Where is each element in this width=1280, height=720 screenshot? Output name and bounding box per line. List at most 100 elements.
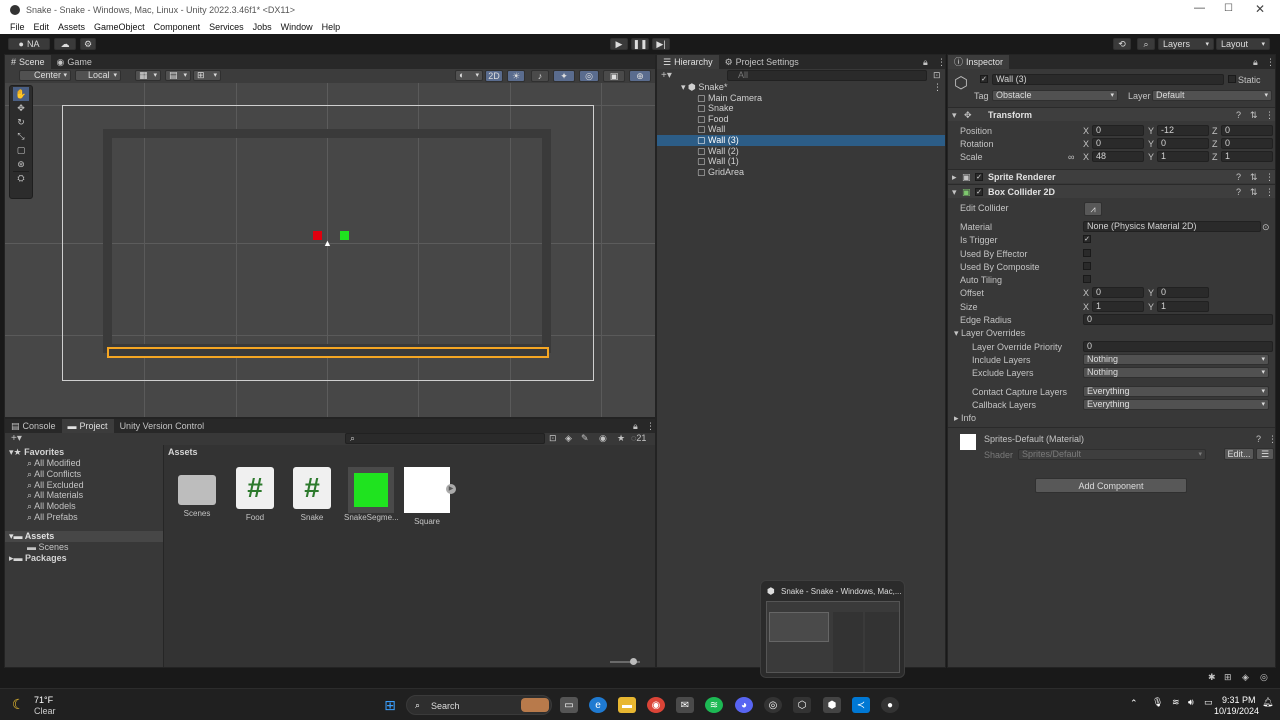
menu-help[interactable]: Help (322, 22, 341, 32)
gizmos-dropdown[interactable]: ⊕ (629, 70, 651, 82)
preset-icon[interactable]: ⇅ (1250, 187, 1258, 198)
tab-project-settings[interactable]: ⚙ Project Settings (719, 55, 805, 69)
size-x-field[interactable]: 1 (1092, 301, 1144, 312)
menu-assets[interactable]: Assets (58, 22, 85, 32)
tag-dropdown[interactable]: Obstacle (992, 90, 1118, 101)
lighting-icon[interactable]: ☀ (507, 70, 525, 82)
asset-square-sprite[interactable]: ▶ Square (402, 467, 456, 526)
file-explorer-icon[interactable]: ▬ (618, 697, 636, 713)
clock-time[interactable]: 9:31 PM (1222, 695, 1256, 705)
object-picker-icon[interactable]: ⊙ (1262, 222, 1270, 233)
toggle-2d-button[interactable]: 2D (485, 70, 503, 82)
more-icon[interactable]: ⋮ (933, 82, 942, 93)
shader-edit-button[interactable]: Edit... (1224, 448, 1254, 460)
search-icon[interactable]: ⌕ (1137, 38, 1155, 50)
filter-icon[interactable]: ⊡ (933, 70, 941, 81)
obs-icon[interactable]: ◎ (764, 697, 782, 713)
search-by-label-icon[interactable]: ◈ (565, 433, 572, 444)
settings-gear-icon[interactable]: ⚙ (80, 38, 96, 50)
hierarchy-search-input[interactable]: All (727, 70, 927, 81)
position-x-field[interactable]: 0 (1092, 125, 1144, 136)
mail-icon[interactable]: ✉ (676, 697, 694, 713)
move-tool-icon[interactable]: ✥ (13, 101, 29, 115)
edge-radius-field[interactable]: 0 (1083, 314, 1273, 325)
visibility-icon[interactable]: ◉ (599, 433, 607, 444)
rotation-x-field[interactable]: 0 (1092, 138, 1144, 149)
grid-dropdown[interactable]: ⊞ (193, 70, 221, 81)
favorite-all-conflicts[interactable]: ⌕ All Conflicts (27, 469, 81, 480)
pause-button[interactable]: ❚❚ (631, 38, 649, 50)
sprite-renderer-checkbox[interactable]: ✓ (975, 173, 983, 181)
weather-moon-icon[interactable]: ☾ (12, 696, 25, 713)
scale-y-field[interactable]: 1 (1157, 151, 1209, 162)
camera-dropdown[interactable]: ▣ (603, 70, 625, 82)
exclude-layers-dropdown[interactable]: Nothing (1083, 367, 1269, 378)
edge-browser-icon[interactable]: e (589, 697, 607, 713)
lock-icon[interactable]: 🔒︎ (923, 57, 928, 68)
notification-bell-icon[interactable]: 🔔︎ (1262, 697, 1273, 708)
breadcrumb[interactable]: Assets (168, 447, 198, 457)
play-icon[interactable]: ▶ (446, 484, 456, 494)
more-icon[interactable]: ⋮ (1265, 187, 1274, 198)
scene-canvas[interactable]: ▲ (5, 83, 655, 417)
cache-icon[interactable]: ⊞ (1224, 672, 1232, 683)
vscode-icon[interactable]: ≺ (852, 697, 870, 713)
debug-icon[interactable]: ◈ (1242, 672, 1249, 683)
asset-food-script[interactable]: # Food (230, 467, 280, 522)
position-z-field[interactable]: 0 (1221, 125, 1273, 136)
effects-dropdown[interactable]: ✦ (553, 70, 575, 82)
favorite-all-models[interactable]: ⌕ All Models (27, 501, 76, 512)
save-search-icon[interactable]: ✎ (581, 433, 589, 444)
audio-icon[interactable]: ♪ (531, 70, 549, 82)
lock-icon[interactable]: 🔒︎ (1253, 57, 1258, 68)
box-collider-header[interactable]: ▾ ▣ ✓ Box Collider 2D ? ⇅ ⋮ (948, 184, 1275, 198)
grid-snap-dropdown[interactable]: ▦ (135, 70, 161, 81)
include-layers-dropdown[interactable]: Nothing (1083, 354, 1269, 365)
shader-dropdown[interactable]: Sprites/Default (1018, 449, 1206, 460)
lock-icon[interactable]: 🔒︎ (633, 421, 638, 432)
taskbar-thumbnail[interactable]: ⬢ Snake - Snake - Windows, Mac,... (760, 580, 905, 678)
hierarchy-item-wall-2[interactable]: ▢ Wall (2) (657, 146, 945, 157)
minimize-button[interactable]: — (1194, 2, 1205, 14)
hierarchy-item-wall-1[interactable]: ▢ Wall (1) (657, 156, 945, 167)
favorite-all-modified[interactable]: ⌕ All Modified (27, 458, 81, 469)
add-component-button[interactable]: Add Component (1035, 478, 1187, 493)
hierarchy-item-wall-3[interactable]: ▢ Wall (3) (657, 135, 945, 146)
preset-icon[interactable]: ⇅ (1250, 172, 1258, 183)
rotation-z-field[interactable]: 0 (1221, 138, 1273, 149)
offset-y-field[interactable]: 0 (1157, 287, 1209, 298)
help-icon[interactable]: ? (1236, 110, 1241, 120)
hierarchy-item-snake[interactable]: ▢ Snake (657, 103, 945, 114)
battery-icon[interactable]: ▭ (1204, 697, 1213, 708)
add-icon[interactable]: +▾ (11, 433, 22, 444)
layers-dropdown[interactable]: Layers ▾ (1158, 38, 1214, 50)
play-button[interactable]: ▶ (610, 38, 628, 50)
layer-dropdown[interactable]: Default (1152, 90, 1272, 101)
hidden-objects-icon[interactable]: ◎ (579, 70, 599, 82)
menu-gameobject[interactable]: GameObject (94, 22, 145, 32)
size-y-field[interactable]: 1 (1157, 301, 1209, 312)
help-icon[interactable]: ? (1236, 187, 1241, 197)
search-by-type-icon[interactable]: ⊡ (549, 433, 557, 444)
asset-scenes[interactable]: Scenes (172, 467, 222, 518)
assets-folder[interactable]: ▾▬ Assets (5, 531, 163, 542)
draw-mode-dropdown[interactable]: ◐ (455, 70, 483, 81)
more-icon[interactable]: ⋮ (1265, 172, 1274, 183)
tab-version-control[interactable]: Unity Version Control (114, 419, 211, 433)
task-view-icon[interactable]: ▭ (560, 697, 578, 713)
hierarchy-item-wall[interactable]: ▢ Wall (657, 124, 945, 135)
preset-icon[interactable]: ⇅ (1250, 110, 1258, 121)
hierarchy-item-food[interactable]: ▢ Food (657, 114, 945, 125)
scale-x-field[interactable]: 48 (1092, 151, 1144, 162)
chrome-browser-icon[interactable]: ◉ (647, 697, 665, 713)
taskbar-search-box[interactable]: ⌕ Search (406, 695, 552, 715)
scale-tool-icon[interactable]: ⤡ (13, 129, 29, 143)
contact-capture-dropdown[interactable]: Everything (1083, 386, 1269, 397)
microphone-icon[interactable]: 🎙︎ (1152, 697, 1163, 708)
slider-thumb[interactable] (630, 658, 637, 665)
more-icon[interactable]: ⋮ (1265, 110, 1274, 121)
more-icon[interactable]: ⋮ (1266, 57, 1275, 68)
transform-tool-icon[interactable]: ⊛ (13, 157, 29, 171)
rotate-tool-icon[interactable]: ↻ (13, 115, 29, 129)
icon-size-slider[interactable] (610, 658, 640, 665)
